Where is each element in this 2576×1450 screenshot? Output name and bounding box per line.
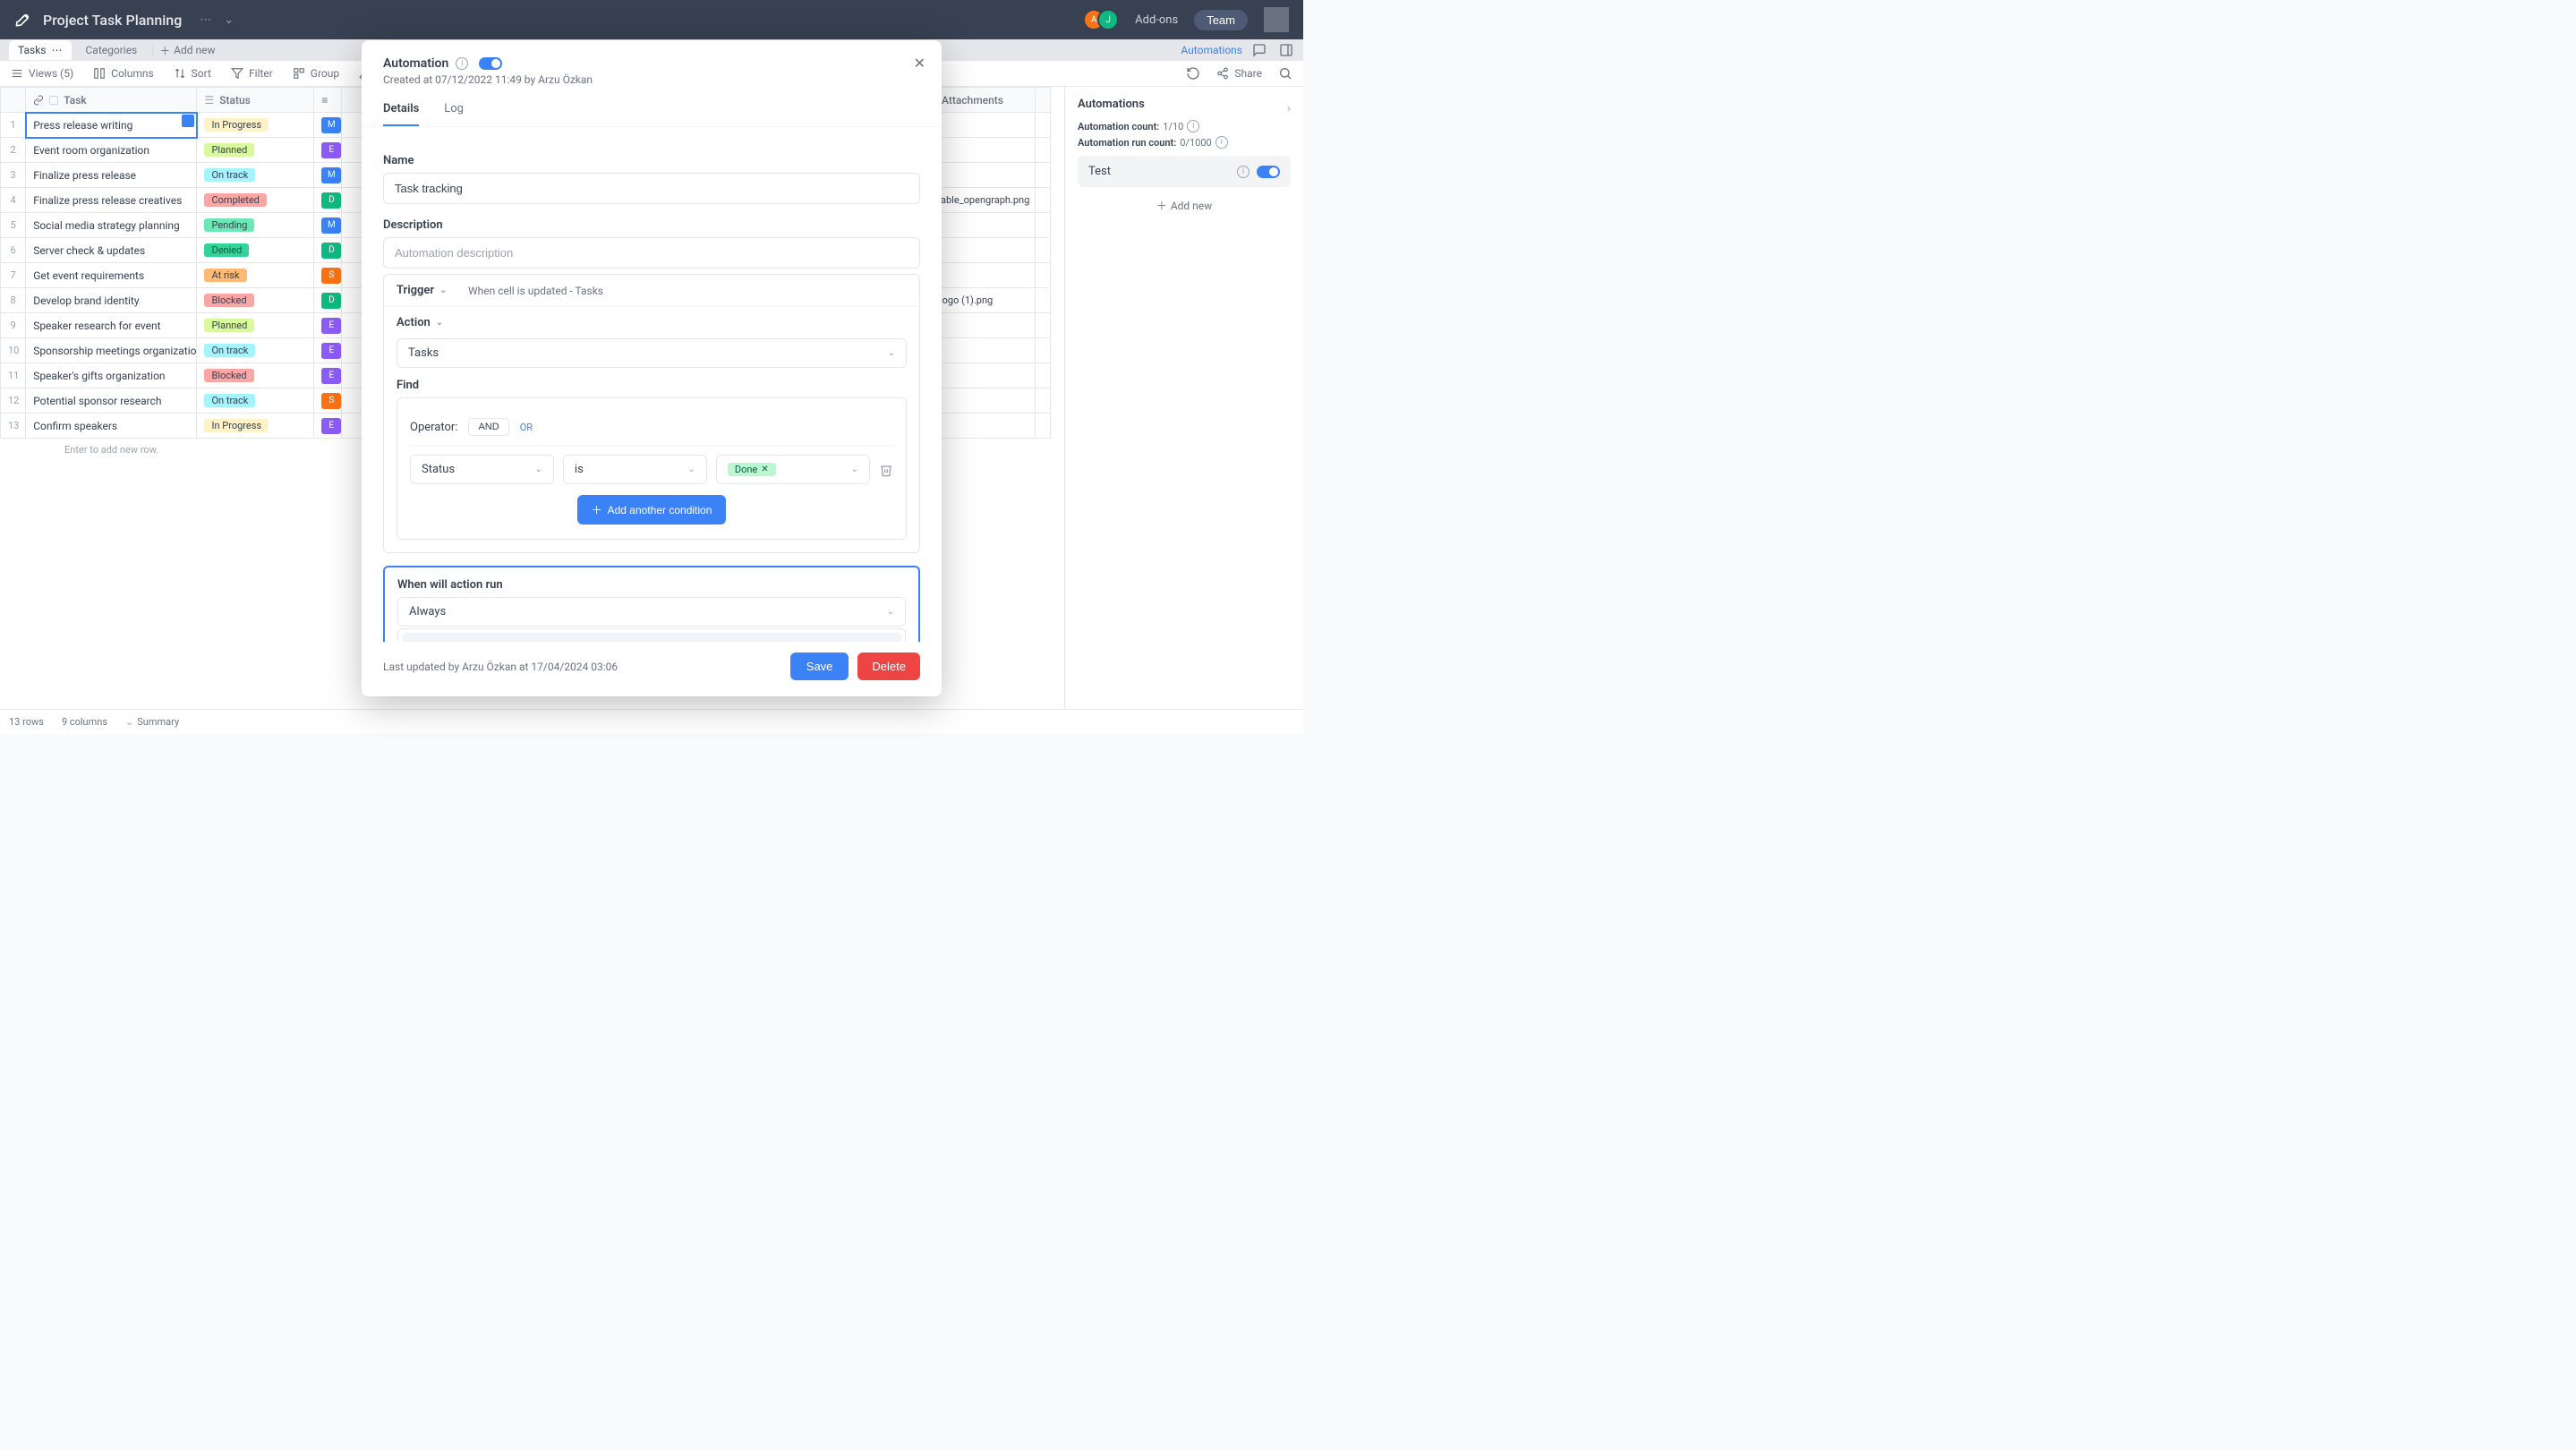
modal-toggle[interactable] <box>479 57 502 70</box>
info-icon[interactable]: i <box>456 57 468 70</box>
action-row[interactable]: Action ⌄ <box>384 307 919 338</box>
automation-modal: Automation i ✕ Created at 07/12/2022 11:… <box>362 40 942 696</box>
operator-label: Operator: <box>410 421 457 434</box>
chevron-down-icon: ⌄ <box>439 286 447 295</box>
delete-button[interactable]: Delete <box>857 652 920 680</box>
description-label: Description <box>383 218 920 232</box>
when-action-run-box: When will action run Always ⌄ Always Run… <box>383 566 920 642</box>
plus-icon: ＋ <box>592 502 602 517</box>
chevron-down-icon: ⌄ <box>888 348 895 358</box>
when-label: When will action run <box>397 578 906 592</box>
action-table-select[interactable]: Tasks ⌄ <box>397 338 907 368</box>
save-button[interactable]: Save <box>790 652 849 680</box>
condition-field-select[interactable]: Status ⌄ <box>410 455 554 484</box>
operator-or-button[interactable]: OR <box>520 422 533 433</box>
modal-title: Automation <box>383 56 448 71</box>
description-input[interactable] <box>383 237 920 269</box>
find-label: Find <box>397 379 907 392</box>
trash-icon[interactable] <box>879 463 893 477</box>
operator-and-button[interactable]: AND <box>468 418 508 436</box>
name-label: Name <box>383 154 920 167</box>
when-select[interactable]: Always ⌄ <box>397 597 906 627</box>
condition-operator-select[interactable]: is ⌄ <box>563 455 707 484</box>
remove-tag-icon[interactable]: ✕ <box>761 465 768 474</box>
close-icon[interactable]: ✕ <box>914 55 925 72</box>
chevron-down-icon: ⌄ <box>851 465 858 474</box>
chevron-down-icon: ⌄ <box>687 465 695 474</box>
chevron-down-icon: ⌄ <box>535 465 542 474</box>
chevron-down-icon: ⌄ <box>436 318 443 328</box>
condition-value-select[interactable]: Done ✕ ⌄ <box>716 455 870 484</box>
last-updated-text: Last updated by Arzu Özkan at 17/04/2024… <box>383 661 618 673</box>
modal-overlay: Automation i ✕ Created at 07/12/2022 11:… <box>0 0 1303 734</box>
add-condition-button[interactable]: ＋ Add another condition <box>577 495 727 525</box>
tab-details[interactable]: Details <box>383 102 419 126</box>
dropdown-option[interactable]: Always <box>402 633 901 642</box>
name-input[interactable] <box>383 173 920 204</box>
tab-log[interactable]: Log <box>444 102 464 126</box>
chevron-down-icon: ⌄ <box>887 607 894 617</box>
trigger-row[interactable]: Trigger ⌄ When cell is updated - Tasks <box>384 275 919 307</box>
created-text: Created at 07/12/2022 11:49 by Arzu Özka… <box>383 73 920 86</box>
when-dropdown: Always Run when records found <box>397 628 906 642</box>
